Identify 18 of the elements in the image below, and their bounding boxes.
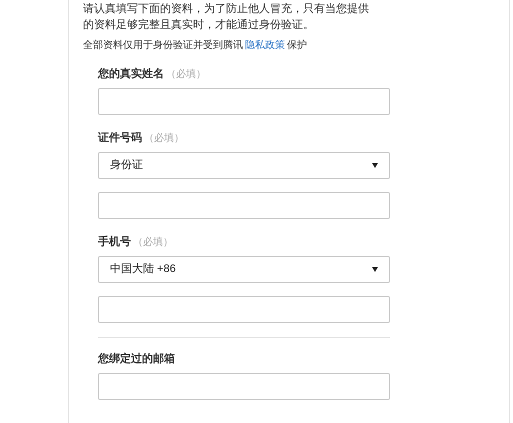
dropdown[interactable]: 身份证 (98, 152, 390, 179)
privacy-policy-link[interactable]: 隐私政策 (245, 40, 285, 51)
input-field[interactable] (98, 296, 390, 323)
required-note: （必填） (144, 132, 184, 146)
required-note: （必填） (133, 236, 173, 250)
field-label: 您的真实姓名 (98, 66, 164, 82)
caret-icon (372, 163, 378, 168)
input-field[interactable] (98, 88, 390, 115)
privacy-note: 全部资料仅用于身份验证并受到腾讯 隐私政策 保护 (83, 39, 308, 53)
dropdown[interactable]: 中国大陆 +86 (98, 256, 390, 283)
intro-text: 请认真填写下面的资料，为了防止他人冒充，只有当您提供的资料足够完整且真实时，才能通过身份验证。 (83, 2, 370, 33)
field-label: 手机号 (98, 234, 131, 250)
input-field[interactable] (98, 192, 390, 219)
field-label: 您绑定过的邮箱 (98, 352, 175, 367)
caret-icon (372, 267, 378, 272)
field-label: 证件号码 (98, 130, 142, 146)
input-field[interactable] (98, 373, 390, 400)
required-note: （必填） (166, 68, 206, 82)
